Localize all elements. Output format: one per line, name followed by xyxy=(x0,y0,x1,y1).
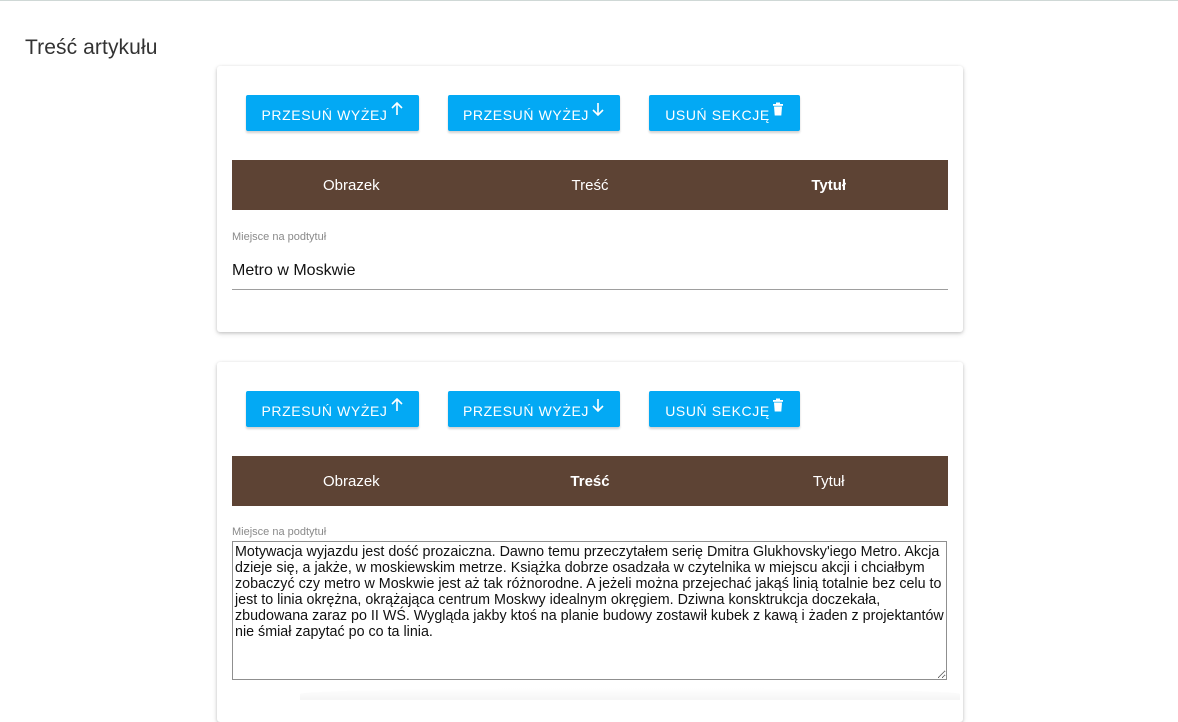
tab-tytul[interactable]: Tytuł xyxy=(709,456,948,506)
tab-obrazek[interactable]: Obrazek xyxy=(232,160,471,210)
page-title: Treść artykułu xyxy=(25,36,158,60)
arrow-up-icon xyxy=(390,101,404,119)
arrow-down-icon xyxy=(591,398,605,415)
move-down-label: PRZESUŃ WYŻEJ xyxy=(462,403,590,419)
bottom-shadow xyxy=(300,688,960,700)
trash-icon xyxy=(772,102,784,119)
delete-section-label: USUŃ SEKCJĘ xyxy=(665,107,770,123)
section-type-tabs: Obrazek Treść Tytuł xyxy=(232,456,948,506)
content-label: Miejsce na podtytuł xyxy=(232,526,327,538)
subtitle-label: Miejsce na podtytuł xyxy=(232,231,327,243)
section-type-tabs: Obrazek Treść Tytuł xyxy=(232,160,948,210)
move-up-button[interactable]: PRZESUŃ WYŻEJ xyxy=(246,391,419,427)
tab-tytul[interactable]: Tytuł xyxy=(709,160,948,210)
content-textarea[interactable]: Motywacja wyjazdu jest dość prozaiczna. … xyxy=(232,541,947,680)
tab-tresc[interactable]: Treść xyxy=(471,456,710,506)
move-down-label: PRZESUŃ WYŻEJ xyxy=(462,107,590,123)
move-down-button[interactable]: PRZESUŃ WYŻEJ xyxy=(448,95,620,131)
section-card: PRZESUŃ WYŻEJ PRZESUŃ WYŻEJ USUŃ SEKCJĘ … xyxy=(217,66,963,332)
trash-icon xyxy=(772,398,784,415)
move-up-button[interactable]: PRZESUŃ WYŻEJ xyxy=(246,95,419,131)
delete-section-label: USUŃ SEKCJĘ xyxy=(665,403,770,419)
move-up-label: PRZESUŃ WYŻEJ xyxy=(261,403,388,419)
delete-section-button[interactable]: USUŃ SEKCJĘ xyxy=(649,391,800,427)
top-divider xyxy=(0,0,1178,1)
subtitle-input[interactable] xyxy=(232,253,948,290)
arrow-up-icon xyxy=(390,397,404,415)
tab-obrazek[interactable]: Obrazek xyxy=(232,456,471,506)
arrow-down-icon xyxy=(591,102,605,119)
delete-section-button[interactable]: USUŃ SEKCJĘ xyxy=(649,95,800,131)
tab-tresc[interactable]: Treść xyxy=(471,160,710,210)
move-down-button[interactable]: PRZESUŃ WYŻEJ xyxy=(448,391,620,427)
move-up-label: PRZESUŃ WYŻEJ xyxy=(261,107,388,123)
section-card: PRZESUŃ WYŻEJ PRZESUŃ WYŻEJ USUŃ SEKCJĘ … xyxy=(217,362,963,722)
